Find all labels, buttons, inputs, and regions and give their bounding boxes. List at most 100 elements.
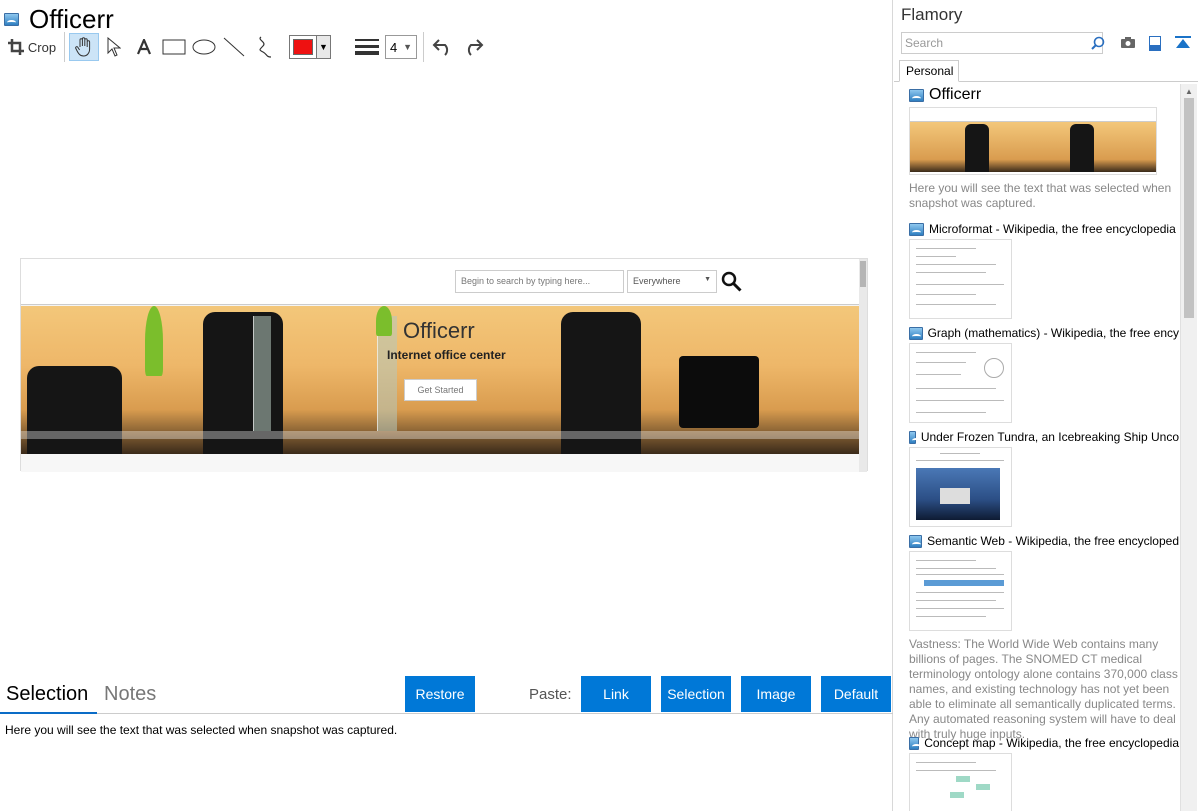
plant-shape <box>145 306 163 376</box>
crop-icon <box>7 39 24 55</box>
active-tab-indicator <box>0 712 97 714</box>
snapshot-scope-label: Everywhere <box>633 276 681 286</box>
item-thumbnail <box>909 447 1012 527</box>
line-width-value: 4 <box>390 39 398 55</box>
page-icon <box>909 88 924 102</box>
item-title: Under Frozen Tundra, an Icebreaking Ship… <box>920 430 1179 444</box>
tab-selection[interactable]: Selection <box>6 683 88 706</box>
toolbar-separator <box>423 32 424 62</box>
text-icon <box>136 39 152 55</box>
list-item[interactable]: Microformat - Wikipedia, the free encycl… <box>909 222 1179 319</box>
sidebar-scrollbar[interactable]: ▲ <box>1180 84 1197 811</box>
hero-title: Officerr <box>403 318 475 343</box>
rectangle-icon <box>162 39 186 55</box>
undo-icon <box>432 39 449 56</box>
item-title: Officerr <box>929 86 982 103</box>
item-title: Concept map - Wikipedia, the free encycl… <box>924 736 1179 750</box>
item-thumbnail <box>909 551 1012 631</box>
list-item[interactable]: Officerr Here you will see the text that… <box>909 86 1179 211</box>
item-thumbnail <box>909 107 1157 175</box>
freehand-icon <box>259 36 272 58</box>
app-title: Flamory <box>901 5 963 24</box>
chevron-down-icon: ▼ <box>403 42 412 52</box>
text-tool-button[interactable] <box>129 33 159 61</box>
snapshot-preview[interactable]: Begin to search by typing here... Everyw… <box>20 258 868 472</box>
hand-tool-button[interactable] <box>69 33 99 61</box>
selection-text-area[interactable]: Here you will see the text that was sele… <box>5 723 397 737</box>
snapshot-hero-image: Officerr Internet office center Get Star… <box>21 306 859 454</box>
select-tool-button[interactable] <box>99 33 129 61</box>
plant-shape <box>376 306 392 336</box>
line-width-select[interactable]: 4 ▼ <box>385 35 417 59</box>
crop-label: Crop <box>27 39 57 55</box>
title-bar: Officerr <box>4 4 114 34</box>
item-title: Semantic Web - Wikipedia, the free encyc… <box>927 534 1179 548</box>
chair-shape <box>27 366 122 454</box>
list-item[interactable]: Graph (mathematics) - Wikipedia, the fre… <box>909 326 1179 423</box>
page-icon <box>909 326 923 340</box>
crop-button[interactable]: Crop <box>4 33 60 61</box>
item-description: Here you will see the text that was sele… <box>909 181 1172 210</box>
paste-selection-button[interactable]: Selection <box>661 676 731 712</box>
snapshot-scope-select: Everywhere ▼ <box>627 270 717 293</box>
snapshot-header: Begin to search by typing here... Everyw… <box>21 259 859 305</box>
document-icon[interactable] <box>1149 36 1161 51</box>
item-thumbnail <box>909 239 1012 319</box>
chevron-down-icon: ▼ <box>316 36 330 58</box>
chevron-up-icon[interactable]: ▲ <box>1185 87 1193 96</box>
list-item[interactable]: Under Frozen Tundra, an Icebreaking Ship… <box>909 430 1179 527</box>
rectangle-tool-button[interactable] <box>159 33 189 61</box>
tab-notes[interactable]: Notes <box>104 683 156 706</box>
table-edge <box>21 431 859 439</box>
laptop-shape <box>679 356 759 428</box>
page-icon <box>4 12 19 26</box>
color-swatch <box>293 39 313 55</box>
search-input[interactable]: Search <box>901 32 1103 54</box>
line-icon <box>223 37 245 57</box>
hero-subtitle: Internet office center <box>387 348 506 362</box>
tab-personal[interactable]: Personal <box>899 60 959 82</box>
pointer-icon <box>107 37 121 57</box>
undo-button[interactable] <box>428 33 458 61</box>
paste-image-button[interactable]: Image <box>741 676 811 712</box>
hand-icon <box>75 37 91 57</box>
list-item[interactable]: Concept map - Wikipedia, the free encycl… <box>909 736 1179 811</box>
snapshot-scrollbar <box>859 259 867 472</box>
ellipse-icon <box>192 39 216 55</box>
page-icon <box>909 736 922 750</box>
page-icon <box>909 534 923 548</box>
redo-button[interactable] <box>458 33 488 61</box>
line-tool-button[interactable] <box>219 33 249 61</box>
flamory-sidebar: Flamory Search Personal Officerr Here yo… <box>894 0 1198 811</box>
chevron-down-icon: ▼ <box>704 276 711 283</box>
document-title: Officerr <box>29 4 114 34</box>
sidebar-tab-bar: Personal <box>894 60 1198 82</box>
item-thumbnail <box>909 753 1012 811</box>
editor-pane: Officerr Crop ▼ 4 ▼ Begin to search by t… <box>0 0 893 811</box>
snapshot-search-field: Begin to search by typing here... <box>455 270 624 293</box>
search-icon[interactable] <box>1091 36 1105 50</box>
freehand-tool-button[interactable] <box>249 33 279 61</box>
paste-link-button[interactable]: Link <box>581 676 651 712</box>
item-title: Graph (mathematics) - Wikipedia, the fre… <box>927 326 1179 340</box>
search-icon <box>721 271 742 292</box>
scrollbar-thumb[interactable] <box>1184 98 1194 318</box>
vase-shape <box>253 316 271 431</box>
snapshot-footer <box>21 454 859 472</box>
camera-icon[interactable] <box>1121 36 1135 48</box>
item-thumbnail <box>909 343 1012 423</box>
paste-default-button[interactable]: Default <box>821 676 891 712</box>
collapse-icon[interactable] <box>1175 36 1191 50</box>
list-item[interactable]: Semantic Web - Wikipedia, the free encyc… <box>909 534 1179 742</box>
page-icon <box>909 430 921 444</box>
paste-label: Paste: <box>529 686 572 703</box>
line-width-icon <box>353 33 381 61</box>
color-picker[interactable]: ▼ <box>289 35 331 59</box>
page-icon <box>909 222 924 236</box>
snapshot-list: Officerr Here you will see the text that… <box>894 84 1180 811</box>
ellipse-tool-button[interactable] <box>189 33 219 61</box>
item-title: Microformat - Wikipedia, the free encycl… <box>929 222 1176 236</box>
annotation-toolbar: Crop ▼ 4 ▼ <box>4 32 488 62</box>
item-description: Vastness: The World Wide Web contains ma… <box>909 637 1178 741</box>
restore-button[interactable]: Restore <box>405 676 475 712</box>
